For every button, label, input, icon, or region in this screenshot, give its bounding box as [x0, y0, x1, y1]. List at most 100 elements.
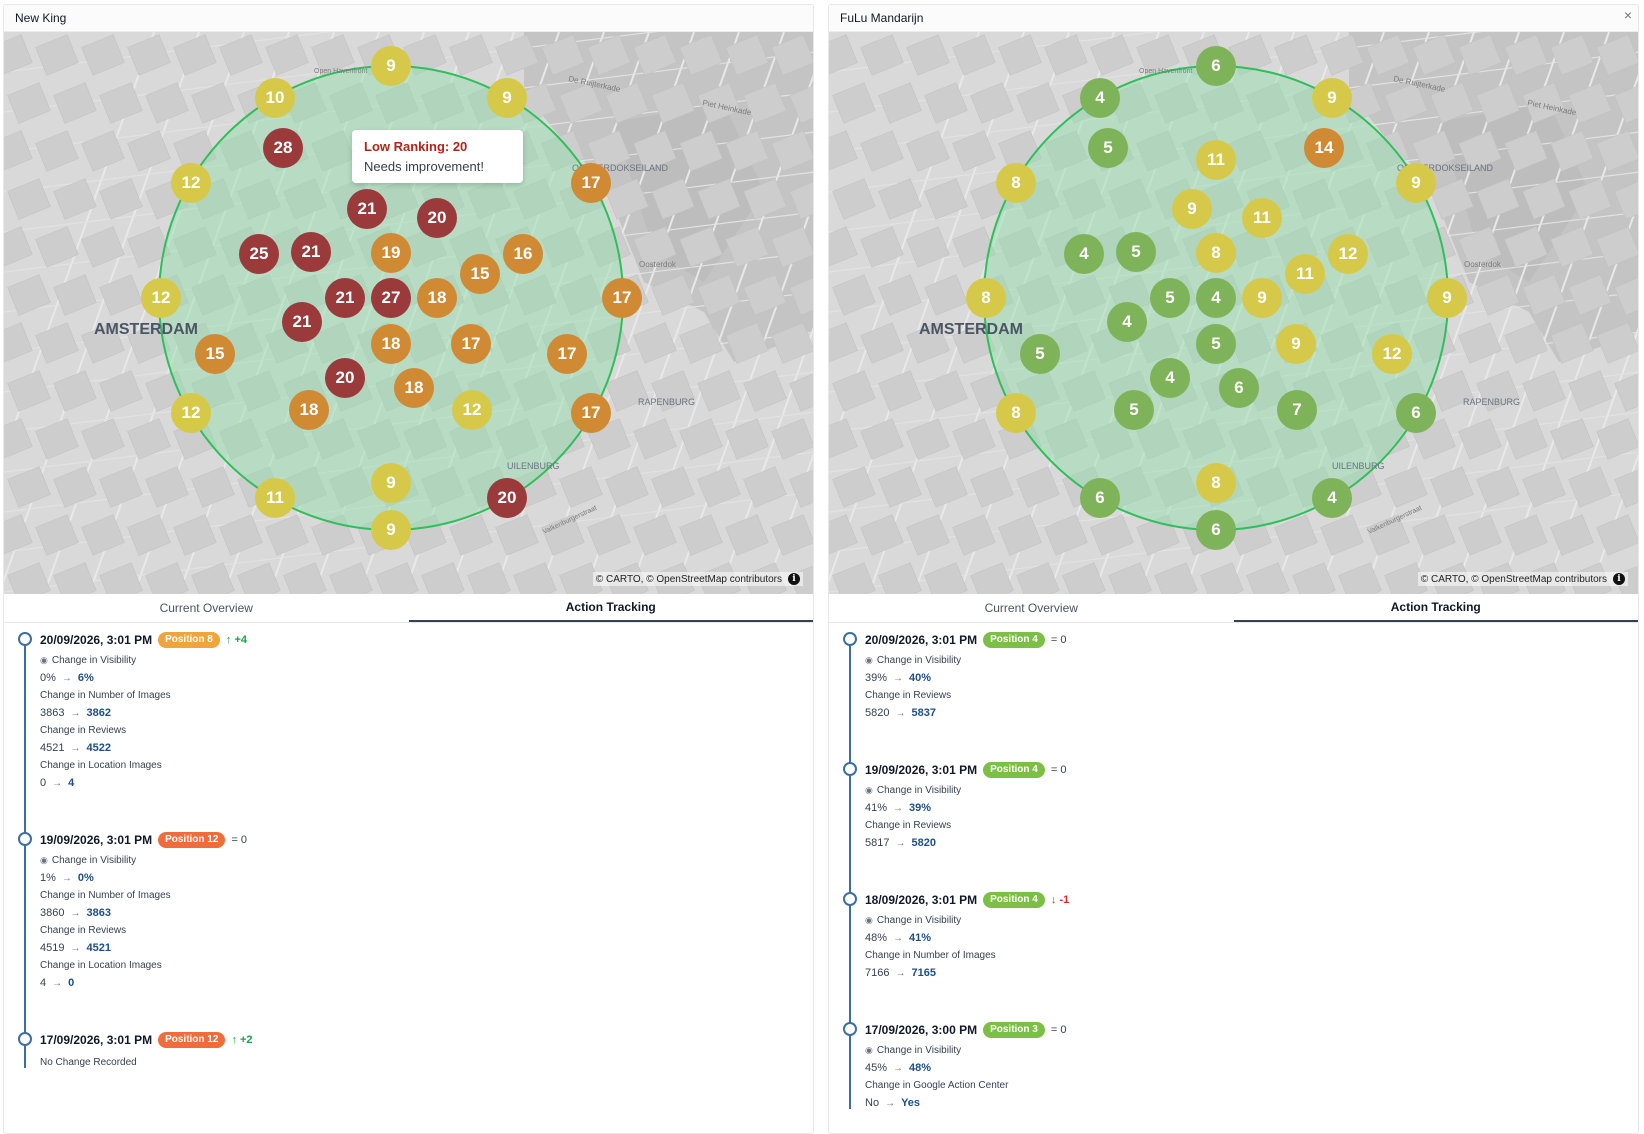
ranking-marker[interactable]: 16 — [503, 234, 543, 274]
ranking-marker[interactable]: 6 — [1396, 393, 1436, 433]
ranking-marker[interactable]: 6 — [1196, 510, 1236, 550]
ranking-marker[interactable]: 9 — [1312, 78, 1352, 118]
map[interactable]: AMSTERDAM OOSTERDOKSEILAND RAPENBURG UILENB… — [4, 32, 813, 594]
ranking-marker[interactable]: 21 — [325, 278, 365, 318]
ranking-marker[interactable]: 15 — [195, 334, 235, 374]
change-label-row: ◉ Change in Visibility — [865, 1045, 1638, 1056]
entry-header: 19/09/2026, 3:01 PM Position 12 = 0 — [40, 831, 813, 849]
change-label: Change in Location Images — [40, 960, 162, 971]
ranking-marker[interactable]: 12 — [1372, 334, 1412, 374]
ranking-marker[interactable]: 17 — [602, 278, 642, 318]
new-value: 7165 — [911, 967, 936, 979]
ranking-marker[interactable]: 5 — [1020, 334, 1060, 374]
ranking-marker[interactable]: 17 — [571, 393, 611, 433]
ranking-marker[interactable]: 5 — [1114, 390, 1154, 430]
ranking-marker[interactable]: 4 — [1150, 358, 1190, 398]
ranking-marker[interactable]: 11 — [1196, 140, 1236, 180]
ranking-marker[interactable]: 9 — [487, 78, 527, 118]
tab-action-tracking[interactable]: Action Tracking — [1233, 594, 1638, 622]
ranking-marker[interactable]: 18 — [394, 368, 434, 408]
ranking-marker[interactable]: 4 — [1107, 302, 1147, 342]
ranking-marker[interactable]: 9 — [1396, 163, 1436, 203]
ranking-marker[interactable]: 4 — [1080, 78, 1120, 118]
ranking-marker[interactable]: 9 — [1172, 189, 1212, 229]
ranking-marker[interactable]: 5 — [1150, 278, 1190, 318]
ranking-marker[interactable]: 9 — [1242, 278, 1282, 318]
ranking-marker[interactable]: 9 — [1427, 278, 1467, 318]
ranking-marker[interactable]: 17 — [571, 163, 611, 203]
ranking-marker[interactable]: 11 — [1242, 198, 1282, 238]
ranking-marker[interactable]: 12 — [141, 278, 181, 318]
ranking-marker[interactable]: 12 — [452, 390, 492, 430]
ranking-marker[interactable]: 20 — [325, 358, 365, 398]
map-label: Oosterdok — [1464, 260, 1502, 269]
map-canvas[interactable]: AMSTERDAMOOSTERDOKSEILANDRAPENBURGUILENB… — [829, 32, 1638, 594]
eye-icon: ◉ — [40, 855, 48, 865]
ranking-marker[interactable]: 6 — [1080, 478, 1120, 518]
map-label: UILENBURG — [1332, 461, 1385, 471]
ranking-marker[interactable]: 19 — [371, 233, 411, 273]
old-value: 3863 — [40, 707, 65, 719]
ranking-marker[interactable]: 8 — [1196, 233, 1236, 273]
map-label: Open Havenfront — [314, 68, 367, 75]
ranking-marker[interactable]: 11 — [1285, 254, 1325, 294]
ranking-marker[interactable]: 14 — [1304, 128, 1344, 168]
new-value: 39% — [909, 802, 932, 814]
info-icon[interactable]: i — [788, 573, 800, 585]
ranking-marker[interactable]: 27 — [371, 278, 411, 318]
panel-fulu-mandarijn: FuLu Mandarijn × AMSTERDAM OOSTERDOKSEILA… — [828, 4, 1639, 1134]
ranking-marker[interactable]: 25 — [239, 234, 279, 274]
ranking-marker[interactable]: 15 — [460, 254, 500, 294]
delta-value: = 0 — [231, 834, 248, 846]
ranking-marker[interactable]: 21 — [291, 232, 331, 272]
ranking-marker[interactable]: 7 — [1277, 390, 1317, 430]
map[interactable]: AMSTERDAM OOSTERDOKSEILAND RAPENBURG UILENB… — [829, 32, 1638, 594]
ranking-marker[interactable]: 6 — [1219, 368, 1259, 408]
ranking-marker[interactable]: 12 — [171, 163, 211, 203]
tab-action-tracking[interactable]: Action Tracking — [408, 594, 813, 622]
ranking-marker[interactable]: 20 — [487, 478, 527, 518]
ranking-marker[interactable]: 21 — [347, 189, 387, 229]
ranking-marker[interactable]: 4 — [1312, 478, 1352, 518]
ranking-marker[interactable]: 28 — [263, 128, 303, 168]
ranking-marker[interactable]: 5 — [1088, 128, 1128, 168]
ranking-marker[interactable]: 17 — [451, 324, 491, 364]
ranking-marker[interactable]: 6 — [1196, 46, 1236, 86]
ranking-marker[interactable]: 21 — [282, 302, 322, 342]
new-value: 40% — [909, 672, 932, 684]
close-icon[interactable]: × — [1624, 7, 1632, 23]
position-badge: Position 12 — [158, 1032, 226, 1048]
ranking-marker[interactable]: 9 — [371, 510, 411, 550]
ranking-marker[interactable]: 8 — [996, 393, 1036, 433]
ranking-marker[interactable]: 12 — [171, 393, 211, 433]
info-icon[interactable]: i — [1613, 573, 1625, 585]
ranking-marker[interactable]: 18 — [417, 278, 457, 318]
ranking-marker[interactable]: 20 — [417, 198, 457, 238]
tab-current-overview[interactable]: Current Overview — [4, 594, 409, 622]
ranking-marker[interactable]: 11 — [255, 478, 295, 518]
ranking-marker[interactable]: 9 — [371, 463, 411, 503]
ranking-marker[interactable]: 12 — [1328, 234, 1368, 274]
ranking-marker[interactable]: 8 — [966, 278, 1006, 318]
ranking-marker[interactable]: 5 — [1196, 324, 1236, 364]
ranking-marker[interactable]: 18 — [371, 324, 411, 364]
new-value: 0 — [68, 977, 75, 989]
ranking-marker[interactable]: 4 — [1064, 234, 1104, 274]
ranking-marker[interactable]: 8 — [996, 163, 1036, 203]
ranking-marker[interactable]: 5 — [1116, 232, 1156, 272]
ranking-marker[interactable]: 17 — [547, 334, 587, 374]
ranking-marker[interactable]: 4 — [1196, 278, 1236, 318]
tab-current-overview[interactable]: Current Overview — [829, 594, 1234, 622]
change-label: Change in Visibility — [51, 855, 137, 866]
ranking-marker[interactable]: 9 — [1276, 324, 1316, 364]
new-value: 3862 — [86, 707, 111, 719]
ranking-marker[interactable]: 18 — [289, 390, 329, 430]
change-values: 41% → 39% — [865, 802, 1638, 814]
ranking-marker[interactable]: 10 — [255, 78, 295, 118]
arrow-right-icon: → — [895, 707, 906, 719]
change-item: ◉ Change in Visibility 45% → 48% — [865, 1045, 1638, 1074]
ranking-marker[interactable]: 9 — [371, 46, 411, 86]
map-canvas[interactable]: AMSTERDAMOOSTERDOKSEILANDRAPENBURGUILENB… — [4, 32, 813, 594]
timeline-entry: 20/09/2026, 3:01 PM Position 4 = 0 ◉ Change … — [829, 631, 1638, 719]
ranking-marker[interactable]: 8 — [1196, 463, 1236, 503]
